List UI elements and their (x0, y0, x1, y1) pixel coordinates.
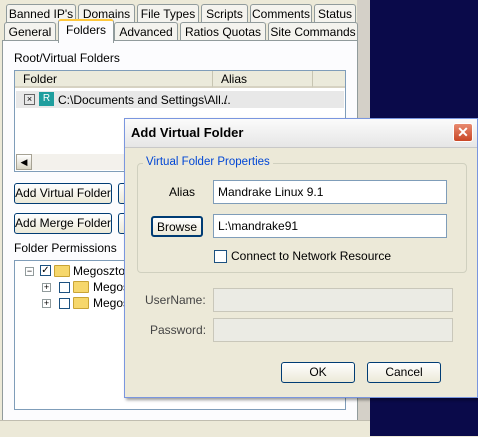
tab-folders[interactable]: Folders (58, 19, 114, 43)
status-strip (0, 420, 370, 437)
folder-lock-icon (73, 297, 89, 309)
password-label: Password: (150, 323, 207, 337)
folder-path: C:\Documents and Settings\All... (58, 93, 231, 107)
folder-lock-icon (73, 281, 89, 293)
checkbox-x-icon[interactable]: × (24, 94, 35, 105)
tab-ratios-quotas[interactable]: Ratios Quotas (180, 22, 266, 41)
scroll-left-arrow-icon[interactable]: ◀ (16, 154, 32, 170)
cancel-button[interactable]: Cancel (367, 362, 441, 383)
expand-icon[interactable]: + (42, 299, 51, 308)
password-input[interactable] (213, 318, 453, 342)
tree-checkbox[interactable] (59, 282, 70, 293)
tab-advanced[interactable]: Advanced (114, 22, 178, 41)
tab-comments[interactable]: Comments (250, 4, 312, 23)
add-virtual-folder-button[interactable]: Add Virtual Folder (14, 183, 112, 204)
tree-checkbox-checked[interactable]: ✓ (40, 265, 51, 276)
alias-label: Alias (169, 185, 196, 199)
alias-input[interactable]: Mandrake Linux 9.1 (213, 180, 447, 204)
folder-alias: / (224, 93, 228, 107)
username-input[interactable] (213, 288, 453, 312)
browse-button[interactable]: Browse (151, 216, 203, 237)
tree-item-root[interactable]: Megosztott (73, 264, 132, 278)
column-header-folder[interactable]: Folder (15, 71, 213, 88)
network-checkbox[interactable] (214, 250, 227, 263)
ok-button[interactable]: OK (281, 362, 355, 383)
tab-general[interactable]: General (4, 22, 56, 41)
folder-permissions-label: Folder Permissions (14, 241, 117, 255)
add-virtual-folder-dialog: Add Virtual Folder ✕ Virtual Folder Prop… (124, 118, 478, 398)
tab-file-types[interactable]: File Types (137, 4, 199, 23)
group-label: Virtual Folder Properties (143, 156, 273, 168)
expand-icon[interactable]: + (42, 283, 51, 292)
folder-row[interactable]: × R C:\Documents and Settings\All... / (16, 91, 344, 108)
username-label: UserName: (145, 293, 206, 307)
path-input[interactable]: L:\mandrake91 (213, 214, 447, 238)
network-checkbox-label[interactable]: Connect to Network Resource (231, 249, 391, 263)
tab-status[interactable]: Status (314, 4, 356, 23)
dialog-title: Add Virtual Folder (131, 125, 244, 140)
column-header-alias[interactable]: Alias (213, 71, 313, 88)
tab-scripts[interactable]: Scripts (201, 4, 248, 23)
dialog-titlebar[interactable]: Add Virtual Folder ✕ (125, 119, 477, 148)
drive-icon: R (39, 92, 54, 106)
tree-checkbox[interactable] (59, 298, 70, 309)
close-icon[interactable]: ✕ (453, 123, 473, 142)
add-merge-folder-button[interactable]: Add Merge Folder (14, 213, 112, 234)
folder-icon (54, 265, 70, 277)
root-folders-label: Root/Virtual Folders (14, 51, 120, 65)
tab-site-commands[interactable]: Site Commands (268, 22, 358, 41)
column-header-empty (313, 71, 345, 88)
collapse-icon[interactable]: − (25, 267, 34, 276)
